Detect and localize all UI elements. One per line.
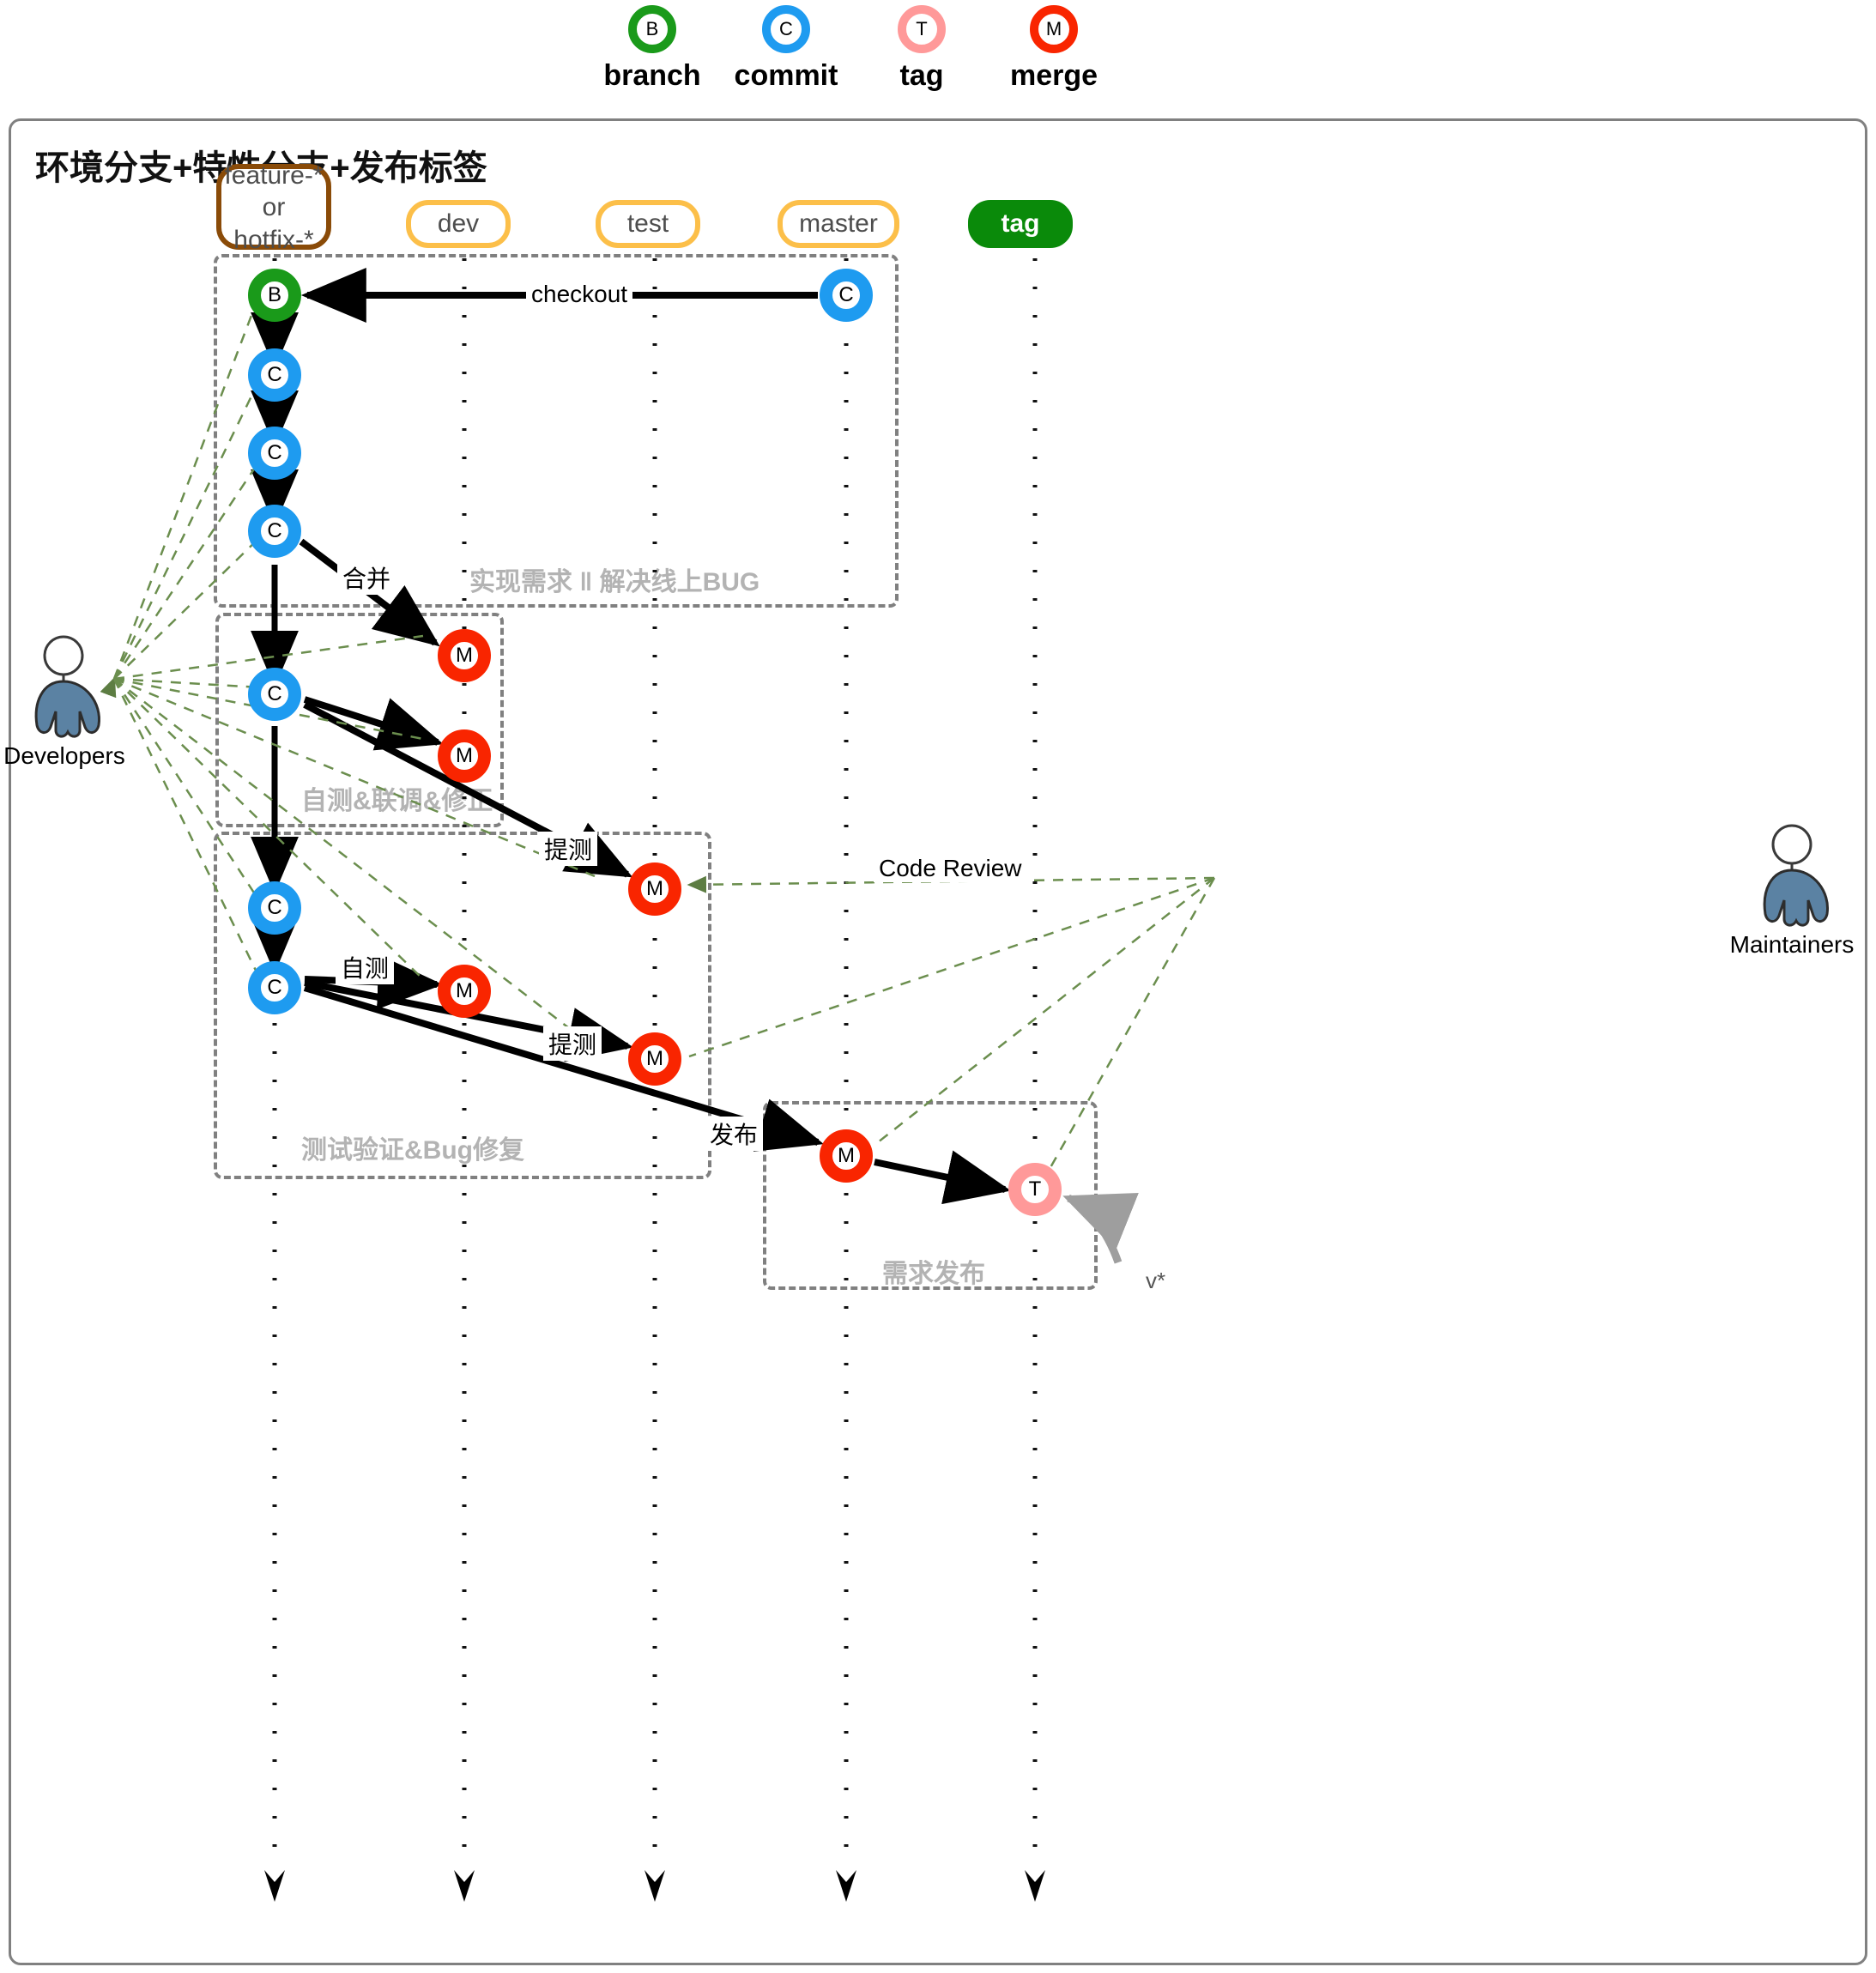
tag-icon: T (898, 5, 946, 53)
node-merge-dev-1[interactable]: M (438, 629, 491, 682)
actor-label-maintainers: Maintainers (1729, 931, 1855, 958)
legend: B branch C commit T tag M merge (0, 0, 1876, 116)
actor-developers[interactable]: Developers (0, 741, 129, 770)
lifeline-endpoints (264, 1870, 1045, 1902)
legend-item-merge: M merge (968, 5, 1140, 92)
column-header-tag[interactable]: tag (968, 200, 1073, 248)
git-workflow-diagram: B branch C commit T tag M merge 环境分支+特性分… (0, 0, 1876, 1973)
column-header-dev[interactable]: dev (406, 200, 511, 248)
column-header-master[interactable]: master (778, 200, 899, 248)
node-merge-dev-3[interactable]: M (438, 965, 491, 1018)
column-header-feature[interactable]: feature-* or hotfix-* (216, 161, 331, 254)
commit-icon: C (762, 5, 810, 53)
branch-icon: B (628, 5, 676, 53)
node-merge-test-2[interactable]: M (628, 1032, 681, 1086)
phase-label-verify: 测试验证&Bug修复 (301, 1136, 524, 1165)
diagram-frame: 环境分支+特性分支+发布标签 feature-* or hotfix-* dev… (3, 118, 1867, 1965)
edge-label-tag-version: v* (1146, 1268, 1166, 1293)
developers-avatar (34, 635, 100, 738)
node-merge-test-1[interactable]: M (628, 862, 681, 916)
edge-label-merge: 合并 (337, 560, 396, 595)
phase-label-implement: 实现需求 ‖ 解决线上BUG (469, 568, 760, 596)
actor-maintainers[interactable]: Maintainers (1728, 929, 1856, 959)
node-commit-feature-4[interactable]: C (248, 668, 301, 721)
edge-label-selftest: 自测 (336, 950, 395, 984)
node-merge-master-1[interactable]: M (820, 1129, 873, 1183)
node-commit-feature-2[interactable]: C (248, 427, 301, 480)
edge-label-release: 发布 (705, 1117, 764, 1151)
phase-label-release: 需求发布 (882, 1260, 985, 1288)
node-merge-dev-2[interactable]: M (438, 729, 491, 783)
edge-label-code-review: Code Review (874, 855, 1027, 882)
node-branch-feature[interactable]: B (248, 269, 301, 322)
node-commit-feature-1[interactable]: C (248, 348, 301, 402)
node-commit-master-base[interactable]: C (820, 269, 873, 322)
edge-label-submit-test-1: 提测 (539, 832, 598, 866)
actor-label-developers: Developers (3, 742, 125, 769)
node-tag-release[interactable]: T (1008, 1163, 1062, 1216)
phase-label-selftest: 自测&联调&修正 (301, 787, 493, 815)
column-header-test[interactable]: test (596, 200, 700, 248)
edge-label-submit-test-2: 提测 (543, 1026, 602, 1061)
node-commit-feature-6[interactable]: C (248, 961, 301, 1014)
node-commit-feature-3[interactable]: C (248, 505, 301, 558)
edge-label-checkout: checkout (526, 281, 633, 308)
maintainers-avatar (1763, 824, 1829, 927)
node-commit-feature-5[interactable]: C (248, 881, 301, 935)
merge-icon: M (1030, 5, 1078, 53)
legend-label-merge: merge (1009, 59, 1098, 92)
